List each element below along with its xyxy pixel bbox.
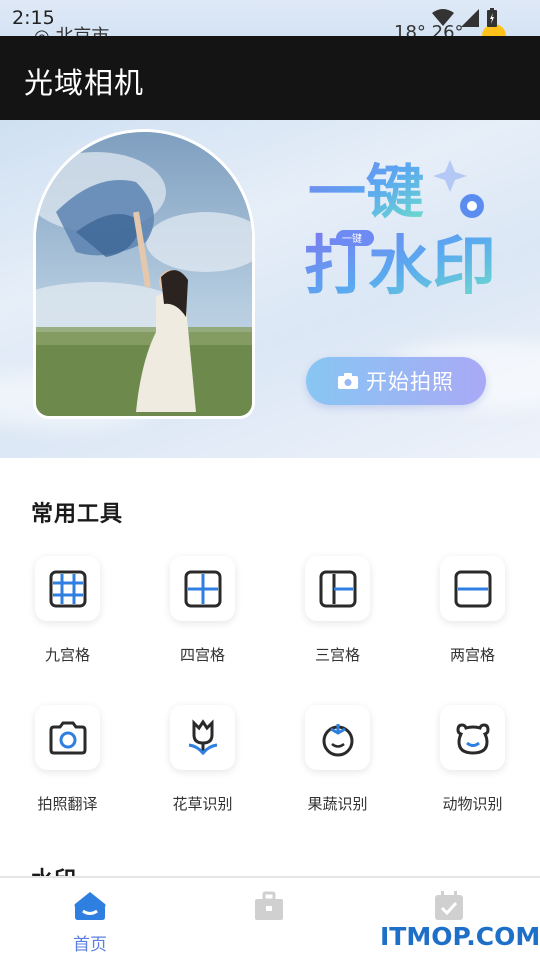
logo-text-bottom: 打水印 [304,230,496,300]
tool-label: 九宫格 [44,646,90,664]
app-bar: 光域相机 [0,36,540,120]
tulip-icon [188,718,217,755]
banner-photo [33,129,255,419]
nav-tools[interactable] [239,890,299,954]
nav-home[interactable]: 首页 [60,890,120,955]
tool-four-grid[interactable]: 四宫格 [135,556,270,686]
tools-section-title: 常用工具 [31,502,124,527]
tool-plant-identify[interactable]: 花草识别 [135,705,270,835]
tool-label: 果蔬识别 [307,795,368,813]
tool-icon-box [440,705,505,770]
grid-two-icon [454,570,491,607]
grid-three-icon [319,570,356,607]
toolbox-icon [255,891,283,920]
camera-icon [338,373,358,389]
signal-icon [461,9,479,27]
logo-artwork: 一键 打水印 一键 [304,158,496,304]
tool-two-grid[interactable]: 两宫格 [405,556,540,686]
photo-illustration [36,132,252,416]
tool-icon-box [305,705,370,770]
calendar-check-icon [435,891,463,920]
banner-logo: 一键 打水印 一键 [300,150,500,304]
site-watermark: ITMOP.COM [380,922,540,951]
home-icon [74,892,106,920]
logo-text-top: 一键 [308,158,424,226]
banner[interactable]: 一键 打水印 一键 开始拍照 [0,120,540,458]
tool-nine-grid[interactable]: 九宫格 [0,556,135,686]
app-title: 光域相机 [24,66,145,100]
wifi-icon [432,9,454,26]
start-camera-button[interactable]: 开始拍照 [306,357,486,405]
tool-label: 拍照翻译 [37,795,98,813]
tool-icon-box [35,705,100,770]
tool-icon-box [170,705,235,770]
status-icons [432,8,498,28]
bear-icon [455,722,490,755]
tool-icon-box [305,556,370,621]
tool-icon-box [440,556,505,621]
tool-produce-identify[interactable]: 果蔬识别 [270,705,405,835]
tool-label: 两宫格 [449,646,495,664]
tool-label: 花草识别 [172,795,233,813]
tool-label: 动物识别 [442,795,503,813]
tool-photo-translate[interactable]: 拍照翻译 [0,705,135,835]
tool-icon-box [170,556,235,621]
tool-label: 三宫格 [314,646,360,664]
tool-three-grid[interactable]: 三宫格 [270,556,405,686]
status-bar: 2:15 ◎ 北京市 18° 26° [0,0,540,48]
grid-four-icon [184,570,221,607]
start-camera-label: 开始拍照 [366,370,454,394]
logo-small-badge: 一键 [342,232,362,245]
tool-label: 四宫格 [179,646,225,664]
tomato-icon [322,723,353,756]
camera-icon [49,721,86,754]
tool-icon-box [35,556,100,621]
nav-home-label: 首页 [73,935,107,955]
tool-animal-identify[interactable]: 动物识别 [405,705,540,835]
grid-nine-icon [49,570,86,607]
battery-icon [487,8,497,27]
